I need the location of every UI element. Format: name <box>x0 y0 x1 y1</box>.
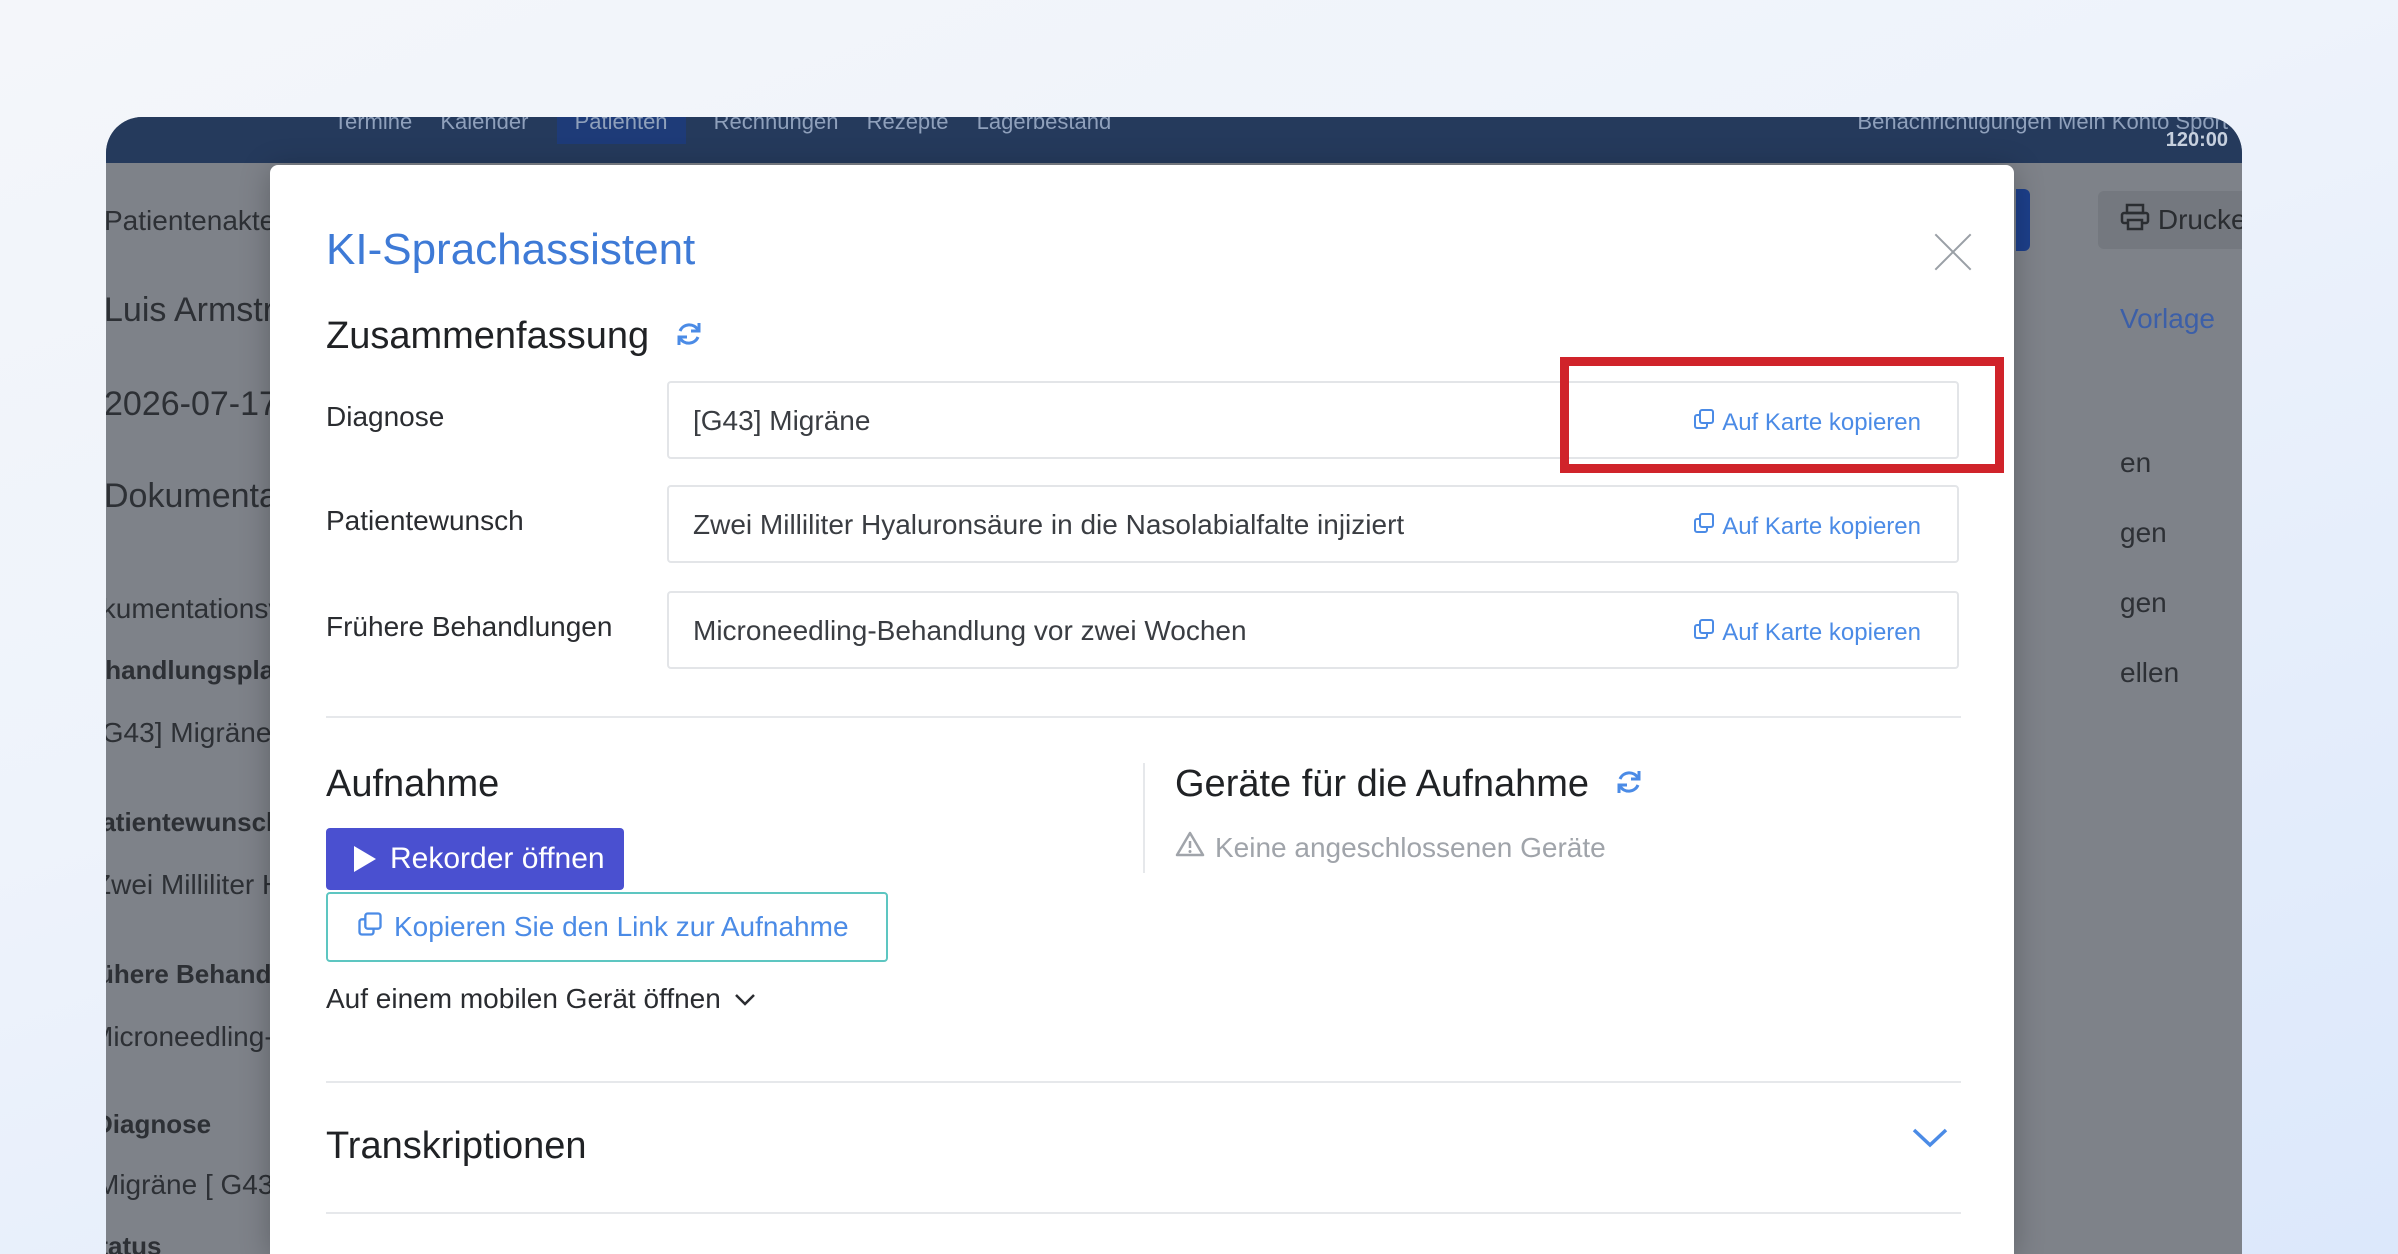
fruehere-behandlungen-value: Microneedling-Behandlung vor zwei Wochen <box>693 615 1247 646</box>
play-icon <box>354 846 376 872</box>
modal-title: KI-Sprachassistent <box>326 225 696 274</box>
right-list-item[interactable]: ellen <box>2120 657 2179 689</box>
diagnose-value: [G43] Migräne <box>693 405 871 436</box>
copy-icon <box>356 910 384 945</box>
nav-item-termine[interactable]: Termine <box>334 117 412 134</box>
copy-icon <box>1692 511 1716 542</box>
copy-icon <box>1692 617 1716 648</box>
session-clock: 120:00 <box>2165 129 2228 151</box>
ki-assistant-modal: KI-Sprachassistent Zusammenfassung Diagn… <box>270 165 2014 1254</box>
list-item[interactable]: Patientewunsch <box>106 807 282 838</box>
print-button[interactable]: Drucken <box>2098 191 2242 249</box>
print-label: Drucken <box>2157 204 2242 235</box>
patientewunsch-label: Patientewunsch <box>326 505 524 536</box>
nav-item-rezepte[interactable]: Rezepte <box>867 117 949 134</box>
copy-to-card-button[interactable]: Auf Karte kopieren <box>1692 617 1921 648</box>
list-item[interactable]: Migräne [ G43 ] <box>106 1169 289 1201</box>
open-on-mobile-label: Auf einem mobilen Gerät öffnen <box>326 983 721 1014</box>
refresh-icon[interactable] <box>674 316 704 359</box>
refresh-icon[interactable] <box>1614 764 1644 807</box>
no-devices-message: Keine angeschlossenen Geräte <box>1175 830 1606 865</box>
vorlage-link[interactable]: Vorlage <box>2120 303 2215 335</box>
section-divider <box>326 1212 1961 1214</box>
fruehere-behandlungen-field[interactable]: Microneedling-Behandlung vor zwei Wochen… <box>667 591 1959 669</box>
nav-item-lagerbestand[interactable]: Lagerbestand <box>977 117 1112 134</box>
list-item[interactable]: Diagnose <box>106 1109 211 1140</box>
app-topbar: Termine Kalender Patienten Rechnungen Re… <box>106 117 2242 163</box>
breadcrumb[interactable]: Patientenakte <box>106 205 275 237</box>
open-recorder-label: Rekorder öffnen <box>390 842 605 875</box>
right-list-item[interactable]: gen <box>2120 587 2167 619</box>
section-divider <box>326 1081 1961 1083</box>
right-list-item[interactable]: en <box>2120 447 2151 479</box>
list-item[interactable]: Microneedling-B <box>106 1021 292 1053</box>
top-nav: Termine Kalender Patienten Rechnungen Re… <box>334 117 1133 144</box>
right-list-item[interactable]: gen <box>2120 517 2167 549</box>
diagnose-label: Diagnose <box>326 401 445 432</box>
section-divider <box>326 716 1961 718</box>
primary-action-edge[interactable] <box>2016 189 2030 251</box>
close-icon[interactable] <box>1934 233 1972 271</box>
patient-actions: Drucken Vorlage en gen gen ellen <box>2016 163 2242 1254</box>
fruehere-behandlungen-label: Frühere Behandlungen <box>326 611 613 642</box>
patientewunsch-value: Zwei Milliliter Hyaluronsäure in die Nas… <box>693 509 1405 540</box>
copy-label: Auf Karte kopieren <box>1722 618 1921 646</box>
devices-title: Geräte für die Aufnahme <box>1175 763 1644 807</box>
copy-recording-link-label: Kopieren Sie den Link zur Aufnahme <box>394 911 849 942</box>
summary-title: Zusammenfassung <box>326 315 704 359</box>
chevron-down-icon <box>733 983 757 1015</box>
copy-to-card-button[interactable]: Auf Karte kopieren <box>1692 511 1921 542</box>
list-item[interactable]: Behandlungsplan <box>106 655 290 686</box>
printer-icon <box>2120 193 2150 251</box>
nav-item-patienten[interactable]: Patienten <box>556 117 686 144</box>
open-recorder-button[interactable]: Rekorder öffnen <box>326 828 624 890</box>
no-devices-text: Keine angeschlossenen Geräte <box>1215 831 1606 863</box>
list-item[interactable]: Status <box>106 1231 161 1254</box>
list-item[interactable]: Zwei Milliliter H <box>106 869 282 901</box>
transcriptions-title[interactable]: Transkriptionen <box>326 1125 587 1168</box>
summary-title-text: Zusammenfassung <box>326 315 650 357</box>
devices-title-text: Geräte für die Aufnahme <box>1175 763 1590 805</box>
highlight-box <box>1560 357 2004 473</box>
copy-label: Auf Karte kopieren <box>1722 512 1921 540</box>
warning-icon <box>1175 830 1205 865</box>
chevron-down-icon[interactable] <box>1910 1125 1950 1156</box>
copy-recording-link-button[interactable]: Kopieren Sie den Link zur Aufnahme <box>326 892 888 962</box>
recording-title: Aufnahme <box>326 763 500 805</box>
nav-item-kalender[interactable]: Kalender <box>440 117 528 134</box>
nav-item-rechnungen[interactable]: Rechnungen <box>714 117 839 134</box>
open-on-mobile-toggle[interactable]: Auf einem mobilen Gerät öffnen <box>326 983 757 1015</box>
patientewunsch-field[interactable]: Zwei Milliliter Hyaluronsäure in die Nas… <box>667 485 1959 563</box>
patient-date: 2026-07-17 <box>106 385 278 423</box>
list-item[interactable]: [G43] Migräne <box>106 717 271 749</box>
column-divider <box>1143 763 1145 873</box>
